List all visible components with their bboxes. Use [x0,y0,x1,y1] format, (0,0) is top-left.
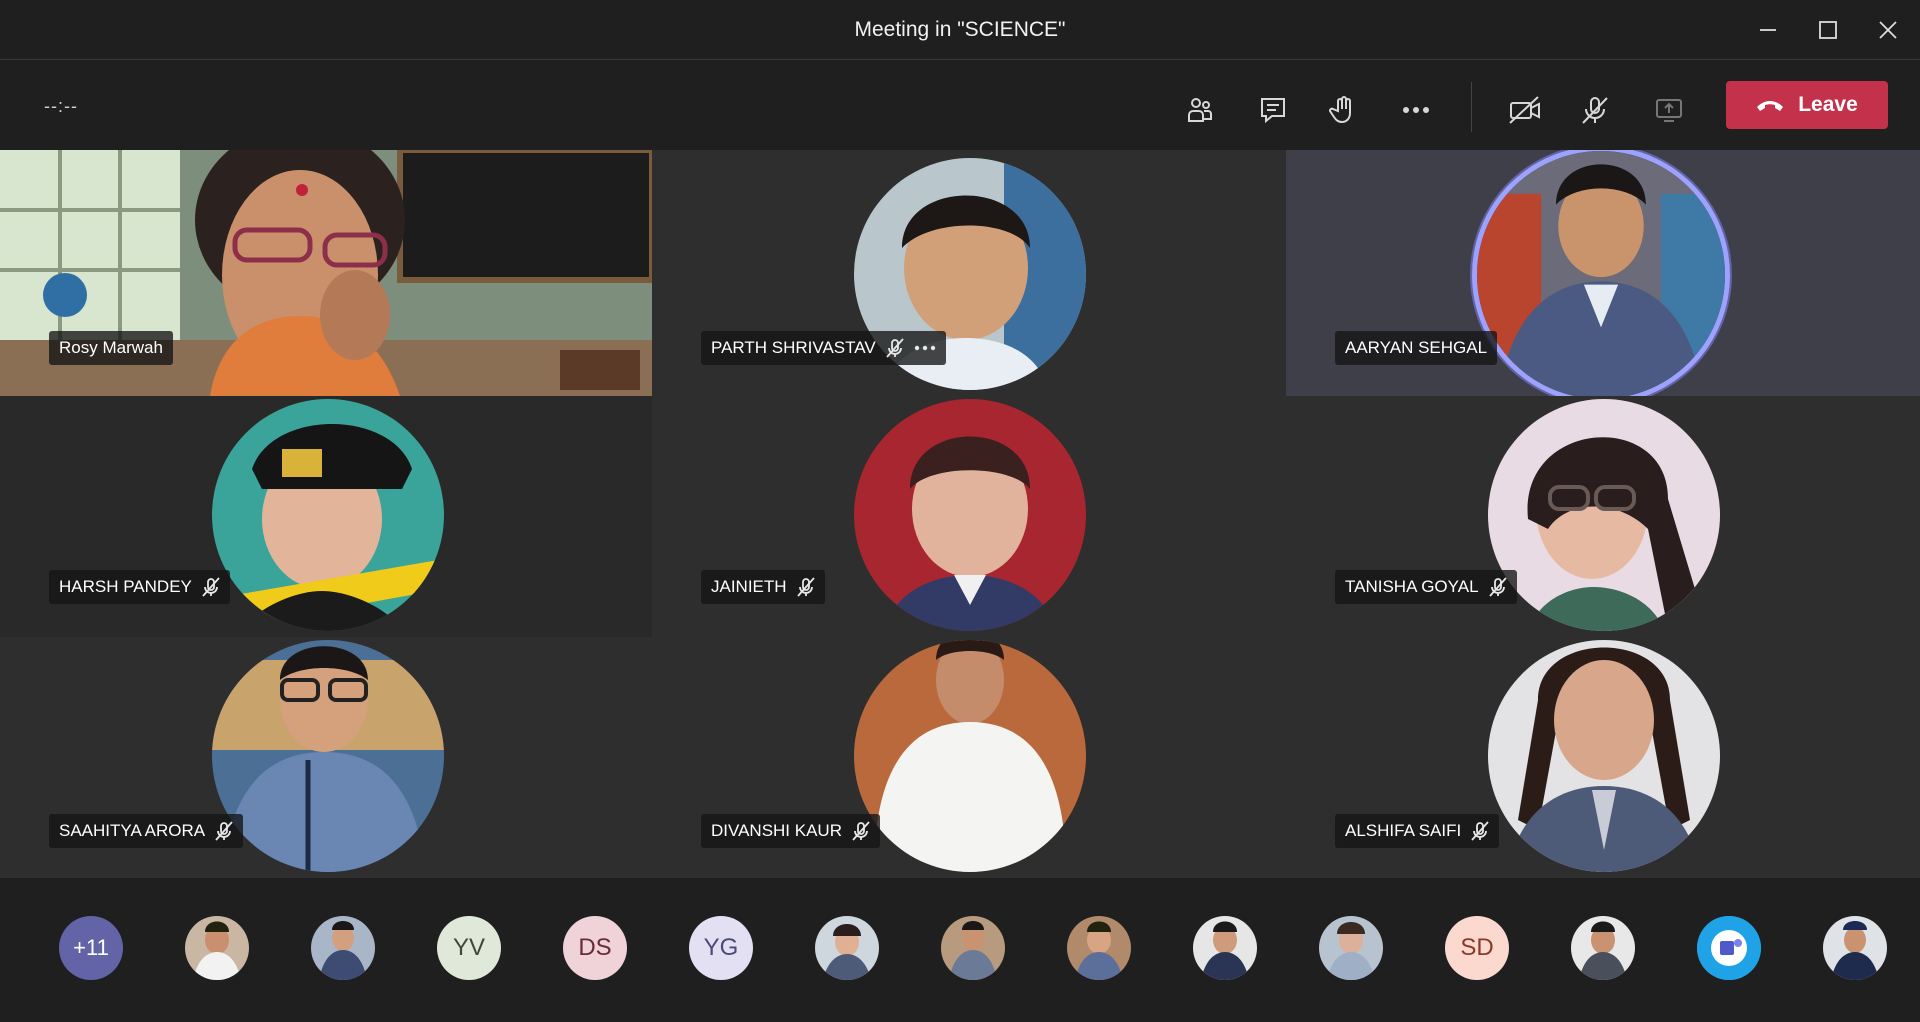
muted-mic-icon [215,821,233,841]
camera-toggle-button[interactable] [1503,88,1547,132]
participant-avatar [854,399,1086,631]
title-bar: Meeting in "SCIENCE" [0,0,1920,60]
participant-name-tag: JAINIETH [701,570,825,604]
participant-avatar [1488,640,1720,872]
video-tile[interactable]: SAAHITYA ARORA [0,637,652,878]
close-button[interactable] [1858,0,1918,60]
video-tile[interactable]: PARTH SHRIVASTAV [652,150,1286,396]
meeting-window: Meeting in "SCIENCE" --:-- Leave Rosy Ma… [0,0,1920,1022]
participant-name-tag: DIVANSHI KAUR [701,814,880,848]
participant-name-tag: ALSHIFA SAIFI [1335,814,1500,848]
more-icon [1403,107,1429,113]
participant-avatar [854,640,1086,872]
toolbar-divider [1471,82,1472,132]
more-participants-button[interactable]: +11 [59,916,123,980]
video-grid: Rosy Marwah PARTH SHRIVASTAV AARYAN SEHG… [0,150,1920,878]
more-participants-count: +11 [73,935,109,960]
teams-app-icon [1697,916,1761,980]
participant-name: JAINIETH [711,577,787,596]
minimize-icon [1760,29,1776,31]
maximize-button[interactable] [1798,0,1858,60]
participant-thumbnail[interactable] [185,916,249,980]
participant-name: ALSHIFA SAIFI [1345,821,1462,840]
show-participants-button[interactable] [1178,88,1222,132]
chat-icon [1261,98,1285,124]
muted-mic-icon [852,821,870,841]
participant-name: SAAHITYA ARORA [59,821,206,840]
share-screen-icon [1656,99,1682,122]
raise-hand-button[interactable] [1321,88,1365,132]
participant-name-tag: AARYAN SEHGAL [1335,331,1498,365]
participant-initials-avatar[interactable]: DS [563,916,627,980]
participant-thumbnail[interactable] [1571,916,1635,980]
participant-name: Rosy Marwah [59,338,163,357]
participant-thumbnail[interactable] [1193,916,1257,980]
maximize-icon [1819,21,1837,39]
camera-off-icon [1509,96,1540,124]
muted-mic-icon [886,338,904,358]
participant-name-tag: Rosy Marwah [49,331,173,365]
video-tile[interactable]: JAINIETH [652,396,1286,637]
close-icon [1879,21,1897,39]
participant-name: TANISHA GOYAL [1345,577,1479,596]
share-content-button[interactable] [1647,88,1691,132]
video-tile[interactable]: TANISHA GOYAL [1286,396,1920,637]
participant-initials-avatar[interactable]: SD [1445,916,1509,980]
participant-thumbnail[interactable] [1823,916,1887,980]
participant-initials: YG [703,934,739,961]
video-tile[interactable]: AARYAN SEHGAL [1286,150,1920,396]
participant-avatar [212,640,444,872]
participant-name-tag: PARTH SHRIVASTAV [701,331,946,365]
participant-thumbnail[interactable] [941,916,1005,980]
participants-icon [1188,98,1212,122]
window-title: Meeting in "SCIENCE" [854,18,1066,41]
participant-thumbnail[interactable] [815,916,879,980]
meeting-toolbar: --:-- Leave [0,60,1920,150]
video-tile[interactable]: Rosy Marwah [0,150,652,396]
participant-avatar [212,399,444,631]
participant-initials-avatar[interactable]: YG [689,916,753,980]
video-tile[interactable]: HARSH PANDEY [0,396,652,637]
show-conversation-button[interactable] [1251,88,1295,132]
more-actions-button[interactable] [1394,88,1438,132]
participant-initials-avatar[interactable]: YV [437,916,501,980]
participant-name: DIVANSHI KAUR [711,821,842,840]
meeting-timer: --:-- [44,96,78,116]
participant-thumbnail[interactable] [1697,916,1761,980]
participant-avatar [1488,399,1720,631]
participant-strip: +11 YV DS YG SD [0,878,1920,1022]
mic-off-icon [1582,97,1608,124]
participant-name-tag: SAAHITYA ARORA [49,814,244,848]
leave-button[interactable]: Leave [1726,81,1888,129]
hand-icon [1329,96,1351,124]
hang-up-icon [1757,101,1784,111]
participant-name: AARYAN SEHGAL [1345,338,1488,357]
video-tile[interactable]: ALSHIFA SAIFI [1286,637,1920,878]
participant-initials: SD [1460,934,1494,961]
muted-mic-icon [1471,821,1489,841]
participant-name-tag: HARSH PANDEY [49,570,230,604]
muted-mic-icon [1488,577,1507,597]
participant-initials: DS [578,934,612,961]
video-tile[interactable]: DIVANSHI KAUR [652,637,1286,878]
participant-name: PARTH SHRIVASTAV [711,338,876,357]
more-options-icon[interactable] [914,345,936,351]
participant-thumbnail[interactable] [311,916,375,980]
participant-initials: YV [452,934,485,961]
muted-mic-icon [202,577,220,597]
mic-toggle-button[interactable] [1573,88,1617,132]
participant-name: HARSH PANDEY [59,577,192,596]
participant-name-tag: TANISHA GOYAL [1335,570,1517,604]
muted-mic-icon [796,577,815,597]
leave-label: Leave [1798,93,1858,116]
participant-thumbnail[interactable] [1319,916,1383,980]
participant-avatar [1472,150,1730,396]
participant-thumbnail[interactable] [1067,916,1131,980]
minimize-button[interactable] [1738,0,1798,60]
